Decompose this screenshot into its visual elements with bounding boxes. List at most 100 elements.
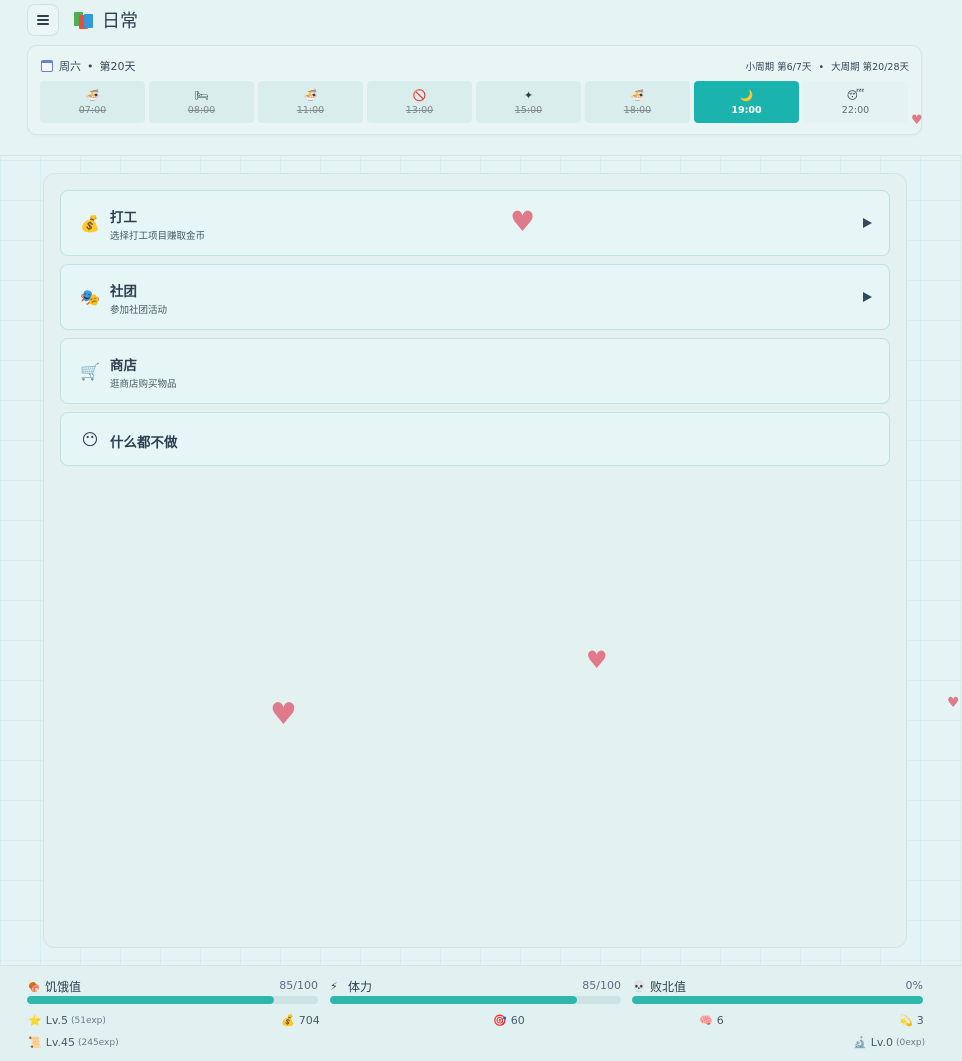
level2-info: 📜 Lv.45 (245exp) [28, 1036, 119, 1049]
time-slot-0700[interactable]: 🍜 07:00 [40, 81, 145, 123]
action-title: 商店 [110, 358, 137, 374]
page-title: 日常 [102, 11, 138, 32]
defeat-bar-fill [632, 996, 923, 1004]
stamina-bar-fill [330, 996, 578, 1004]
gold-value: 704 [298, 1014, 320, 1027]
day-count-label: 第20天 [99, 60, 136, 73]
coin-icon: 💫 [899, 1014, 913, 1027]
time-slot-label: 15:00 [514, 104, 543, 116]
time-slot-1900[interactable]: 🌙 19:00 [694, 81, 799, 123]
defeat-label-wrap: 💀 败北值 [632, 978, 686, 995]
level3-exp: (0exp) [895, 1037, 926, 1048]
level-info: ⭐ Lv.5 (51exp) [28, 1014, 106, 1027]
stamina-value: 85/100 [582, 979, 621, 992]
action-description: 逛商店购买物品 [110, 379, 177, 390]
moon-icon: 🌙 [739, 88, 754, 102]
scroll-icon: 📜 [28, 1036, 42, 1049]
separator-dot: • [87, 59, 94, 73]
menu-button[interactable] [27, 4, 59, 36]
time-slot-label: 11:00 [296, 104, 325, 116]
sleep-icon: 😴 [846, 88, 865, 102]
defeat-bar [632, 996, 923, 1004]
brain-icon: 🧠 [699, 1014, 713, 1027]
bed-icon: 🛏 [194, 88, 209, 102]
time-slot-0800[interactable]: 🛏 08:00 [149, 81, 254, 123]
heart-icon: ♥ [586, 646, 608, 674]
hunger-value: 85/100 [279, 979, 318, 992]
action-description: 选择打工项目赚取金币 [110, 231, 206, 242]
top-bar: 日常 周六 • 第20天 小周期 第6/7天 • 大周期 第20/28天 🍜 07… [0, 0, 962, 156]
time-slots: 🍜 07:00 🛏 08:00 🍜 11:00 🚫 13:00 ✦ 15:00 🍜 18:00 🌙 19:… [40, 81, 908, 123]
face-icon: 😶 [81, 429, 99, 449]
level2-exp: (245exp) [77, 1037, 119, 1048]
heart-icon: ♥ [947, 695, 960, 711]
level-exp: (51exp) [70, 1015, 106, 1026]
actions-panel: 💰 打工选择打工项目赚取金币 🎭 社团参加社团活动 🛒 商店逛商店购买物品 😶 什么都不做 [43, 173, 907, 948]
action-item-1[interactable]: 💰 打工选择打工项目赚取金币 [60, 190, 890, 256]
time-slot-label: 13:00 [405, 104, 434, 116]
time-slot-label: 18:00 [623, 104, 652, 116]
heart-icon: ♥ [510, 205, 536, 238]
time-slot-label: 22:00 [841, 104, 870, 116]
gold-info: 💰 704 [281, 1014, 320, 1027]
stamina-bar [330, 996, 621, 1004]
no-icon: 🚫 [412, 88, 427, 102]
star-icon: ⭐ [28, 1014, 42, 1027]
target-icon: 🎯 [493, 1014, 507, 1027]
big-cycle-label: 大周期 第20/28天 [831, 62, 909, 73]
separator-dot: • [818, 62, 825, 73]
play-arrow-icon [863, 292, 872, 302]
brain-info: 🧠 6 [699, 1014, 724, 1027]
bowl-icon: 🍜 [303, 88, 318, 102]
money-bag-icon: 💰 [80, 213, 100, 233]
schedule-header: 周六 • 第20天 [41, 58, 136, 74]
time-slot-1500[interactable]: ✦ 15:00 [476, 81, 581, 123]
action-item-2[interactable]: 🎭 社团参加社团活动 [60, 264, 890, 330]
calendar-icon [41, 60, 53, 72]
time-slot-1800[interactable]: 🍜 18:00 [585, 81, 690, 123]
microscope-icon: 🔬 [853, 1036, 867, 1049]
time-slot-1100[interactable]: 🍜 11:00 [258, 81, 363, 123]
lightning-icon: ⚡ [330, 980, 338, 993]
coins-value: 3 [916, 1014, 924, 1027]
coins-info: 💫 3 [899, 1014, 924, 1027]
money-bag-icon: 💰 [281, 1014, 295, 1027]
brain-value: 6 [716, 1014, 724, 1027]
target-info: 🎯 60 [493, 1014, 525, 1027]
shopping-cart-icon: 🛒 [80, 361, 100, 381]
weekday-label: 周六 [59, 60, 81, 73]
defeat-label: 败北值 [650, 980, 687, 994]
action-item-4[interactable]: 😶 什么都不做 [60, 412, 890, 466]
level3-info: 🔬 Lv.0 (0exp) [853, 1036, 925, 1049]
small-cycle-label: 小周期 第6/7天 [745, 62, 812, 73]
status-bar: 🍖 饥饿值 85/100 ⚡ 体力 85/100 💀 败北值 0% ⭐ Lv.5… [0, 965, 962, 1061]
stamina-label-wrap: ⚡ 体力 [330, 978, 372, 995]
bowl-icon: 🍜 [85, 88, 100, 102]
action-description: 参加社团活动 [110, 305, 168, 316]
action-title: 打工 [110, 210, 137, 226]
heart-icon: ♥ [270, 697, 297, 732]
defeat-value: 0% [905, 979, 923, 992]
hunger-bar [27, 996, 318, 1004]
theater-masks-icon: 🎭 [80, 287, 100, 307]
sparkle-icon: ✦ [523, 88, 534, 102]
stamina-label: 体力 [348, 980, 373, 994]
meat-icon: 🍖 [27, 980, 41, 993]
level-label: Lv.5 [45, 1014, 68, 1027]
action-title: 社团 [110, 284, 137, 300]
heart-icon: ♥ [911, 113, 923, 128]
time-slot-label: 07:00 [78, 104, 107, 116]
hunger-label-wrap: 🍖 饥饿值 [27, 978, 81, 995]
play-arrow-icon [863, 218, 872, 228]
time-slot-label: 19:00 [731, 104, 762, 116]
time-slot-2200[interactable]: 😴 22:00 [803, 81, 908, 123]
level3-label: Lv.0 [870, 1036, 893, 1049]
level2-label: Lv.45 [45, 1036, 75, 1049]
hunger-label: 饥饿值 [45, 980, 82, 994]
hunger-bar-fill [27, 996, 275, 1004]
action-item-3[interactable]: 🛒 商店逛商店购买物品 [60, 338, 890, 404]
skull-icon: 💀 [632, 980, 646, 993]
time-slot-1300[interactable]: 🚫 13:00 [367, 81, 472, 123]
time-slot-label: 08:00 [187, 104, 216, 116]
bowl-icon: 🍜 [630, 88, 645, 102]
